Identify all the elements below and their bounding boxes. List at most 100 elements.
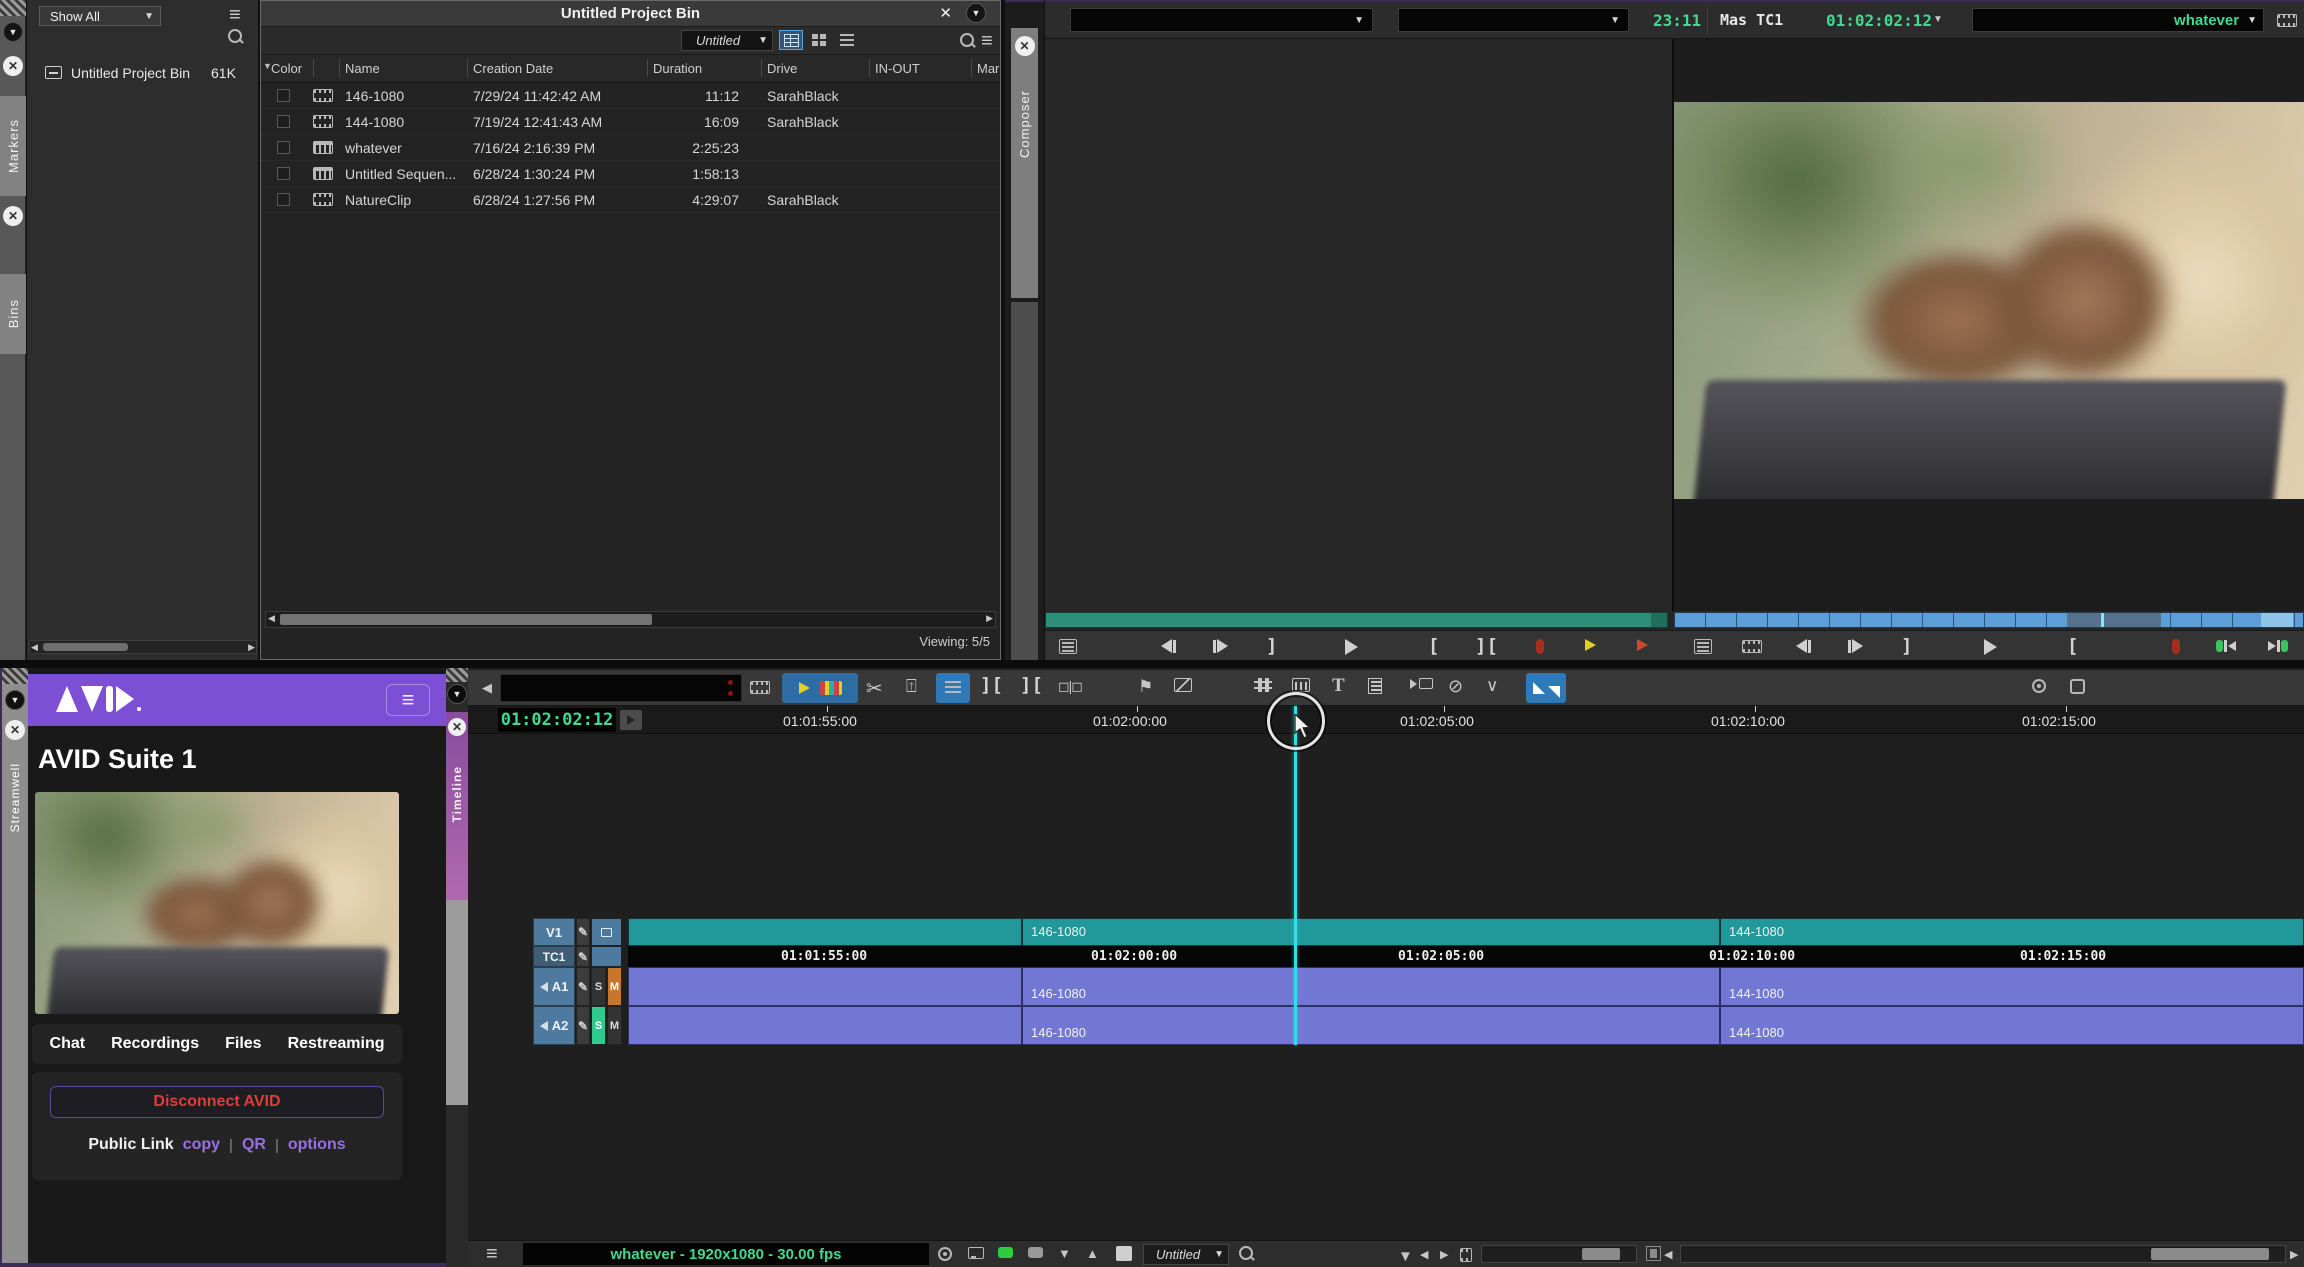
search-icon[interactable]	[959, 32, 976, 49]
mark-in-icon[interactable]: [	[2067, 635, 2078, 657]
fast-menu-icon[interactable]	[1694, 639, 1712, 654]
project-bin-item[interactable]: Untitled Project Bin 61K	[27, 60, 259, 86]
toggle-box[interactable]	[1116, 1246, 1132, 1261]
bin-filter-dropdown[interactable]: Show All ▼	[39, 6, 161, 26]
hscroll-thumb[interactable]	[280, 614, 652, 625]
render-icon[interactable]: ⊘	[1448, 676, 1463, 697]
scroll-left-icon[interactable]: ◀	[31, 641, 38, 653]
view-mode-script-button[interactable]	[835, 30, 859, 50]
filmstrip-icon[interactable]	[750, 681, 770, 694]
overwrite-icon[interactable]	[1637, 639, 1648, 651]
bin-row[interactable]: NatureClip 6/28/24 1:27:56 PM 4:29:07 Sa…	[261, 187, 1000, 213]
v1-monitor-button[interactable]	[591, 918, 622, 946]
disconnect-avid-button[interactable]: Disconnect AVID	[50, 1086, 384, 1118]
add-marker-icon[interactable]	[1536, 639, 1544, 654]
toggle-client-monitor-icon[interactable]	[998, 1247, 1013, 1258]
step-down-icon[interactable]: ▼	[1058, 1246, 1071, 1261]
motion-effect-icon[interactable]	[1410, 678, 1433, 689]
project-panel-hscroll[interactable]: ◀ ▶	[29, 640, 257, 654]
tab-bins[interactable]: Bins	[0, 274, 26, 354]
keyboard-icon[interactable]	[1292, 678, 1310, 692]
column-header-markers[interactable]: Mar	[977, 61, 999, 76]
fast-menu-icon[interactable]	[1059, 639, 1077, 654]
tab-timeline[interactable]: ✕ Timeline	[446, 712, 468, 900]
audio-curve-icon[interactable]: ∨	[1486, 676, 1498, 696]
source-clip-dropdown[interactable]: ▼	[1070, 8, 1373, 32]
tc1-blank-button[interactable]	[591, 946, 622, 967]
color-swatch[interactable]	[277, 89, 290, 102]
tab-markers[interactable]: Markers	[0, 96, 26, 196]
audio-clip[interactable]: 144-1080	[1720, 1006, 2304, 1045]
track-header-v1[interactable]: V1	[533, 918, 575, 946]
focus-icon[interactable]	[938, 1247, 952, 1261]
play-track-button[interactable]	[620, 710, 642, 730]
column-header-creation-date[interactable]: Creation Date	[473, 61, 553, 76]
mark-in-icon[interactable]: [	[1428, 635, 1439, 657]
sync-lock-icon[interactable]	[2032, 679, 2046, 693]
scroll-right-icon[interactable]: ▶	[2290, 1248, 2298, 1261]
timeline-ruler[interactable]: 01:02:02:12 01:01:55:00 01:02:00:00 01:0…	[468, 706, 2304, 734]
audio-clip[interactable]: 146-1080	[1022, 967, 1720, 1006]
video-quality-icon[interactable]	[968, 1247, 984, 1259]
splice-in-icon[interactable]	[1585, 639, 1596, 651]
drag-handle[interactable]	[0, 0, 26, 16]
video-clip[interactable]: 144-1080	[1720, 918, 2304, 946]
filmstrip-icon[interactable]	[2277, 14, 2297, 27]
close-icon[interactable]: ✕	[1015, 36, 1035, 56]
extract-splice-icon[interactable]: ][	[980, 674, 1003, 696]
effect-mode-icon[interactable]	[1174, 678, 1192, 692]
timeline-preset-dropdown[interactable]: Untitled ▼	[1143, 1244, 1229, 1265]
zoom-forward-icon[interactable]: ▶	[1440, 1248, 1448, 1261]
cell-name[interactable]: 146-1080	[345, 88, 404, 104]
bin-row[interactable]: 146-1080 7/29/24 11:42:42 AM 11:12 Sarah…	[261, 83, 1000, 109]
column-header-color[interactable]: Color	[271, 61, 302, 76]
marker-flag-icon[interactable]: ⚑	[1138, 677, 1153, 697]
toggle-monitor-off-icon[interactable]	[1028, 1247, 1043, 1258]
view-mode-table-button[interactable]	[779, 30, 803, 50]
lift-icon[interactable]: ⍐	[906, 676, 917, 697]
record-monitor[interactable]	[1674, 39, 2304, 611]
position-indicator[interactable]	[2101, 613, 2104, 627]
clip-gain-icon[interactable]	[1742, 640, 1762, 653]
cell-name[interactable]: NatureClip	[345, 192, 411, 208]
scroll-left-icon[interactable]: ◀	[1664, 1248, 1672, 1261]
close-icon[interactable]: ✕	[5, 720, 25, 740]
a1-solo-button[interactable]: S	[591, 967, 606, 1006]
search-icon[interactable]	[1238, 1245, 1255, 1262]
trim-mode-button[interactable]	[1526, 673, 1566, 703]
overwrite-button[interactable]	[820, 681, 842, 695]
step-backward-button[interactable]	[1796, 639, 1811, 653]
video-clip[interactable]	[628, 918, 1022, 946]
zoom-slider-thumb[interactable]	[1582, 1248, 1620, 1260]
drag-handle[interactable]	[2, 668, 28, 684]
nav-files[interactable]: Files	[225, 1035, 261, 1053]
search-icon[interactable]	[227, 28, 244, 45]
tc1-patch-button[interactable]: ✎	[576, 946, 590, 967]
v1-patch-button[interactable]: ✎	[576, 918, 590, 946]
center-dropdown[interactable]: ▼	[1398, 8, 1629, 32]
effect-palette-icon[interactable]	[1368, 678, 1382, 694]
column-header-drive[interactable]: Drive	[767, 61, 797, 76]
step-forward-button[interactable]	[1848, 639, 1863, 653]
step-backward-button[interactable]	[1161, 639, 1176, 653]
scroll-right-icon[interactable]: ▶	[986, 613, 993, 624]
go-to-out-icon[interactable]	[2268, 640, 2288, 652]
suite-video-thumbnail[interactable]	[35, 792, 399, 1014]
qr-link[interactable]: QR	[242, 1136, 266, 1154]
suite-menu-button[interactable]: ≡	[386, 684, 430, 716]
a2-mute-button[interactable]: M	[607, 1006, 622, 1045]
play-button[interactable]	[1345, 639, 1358, 655]
a2-patch-button[interactable]: ✎	[576, 1006, 590, 1045]
sequence-dropdown[interactable]: whatever ▼	[1972, 8, 2264, 32]
add-marker-icon[interactable]	[2172, 639, 2180, 654]
drag-handle[interactable]	[446, 668, 468, 682]
track-header-tc1[interactable]: TC1	[533, 946, 575, 967]
nav-chat[interactable]: Chat	[50, 1035, 86, 1053]
scroll-right-icon[interactable]: ▶	[248, 641, 255, 653]
hscroll-thumb[interactable]	[2151, 1248, 2269, 1260]
tab-composer[interactable]: ✕ Composer	[1011, 28, 1038, 298]
title-tool-icon[interactable]: T	[1332, 675, 1345, 697]
color-swatch[interactable]	[277, 115, 290, 128]
timeline-hscroll[interactable]	[1680, 1245, 2286, 1263]
bin-preset-dropdown[interactable]: Untitled ▼	[681, 30, 773, 51]
